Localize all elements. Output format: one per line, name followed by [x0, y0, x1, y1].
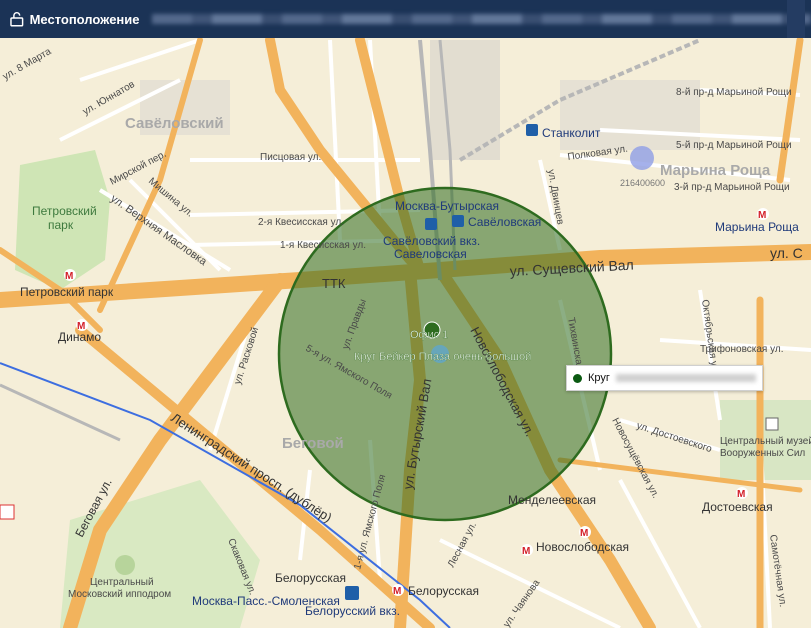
svg-text:M: M — [522, 546, 530, 557]
station-belorusskaya-1[interactable]: Белорусская — [275, 571, 346, 585]
museum-icon — [765, 417, 779, 431]
zone-name-label: Круг Бейкер Плаза очень большой — [354, 351, 531, 363]
station-stankolit[interactable]: Станколит — [542, 126, 601, 140]
district-label-maryina-roshcha: Марьина Роща — [660, 162, 771, 179]
redacted-coordinates — [151, 14, 811, 24]
district-label-saveloskiy: Савёловский — [125, 115, 224, 132]
top-bar: Местоположение — [0, 0, 811, 38]
park-label-petrovsky-line2: парк — [48, 218, 74, 232]
zone-callout[interactable]: Круг — [566, 365, 763, 391]
park-label-petrovsky-line1: Петровский — [32, 204, 97, 218]
museum-label-line1: Центральный музей — [720, 436, 811, 447]
station-dostoevskaya[interactable]: Достоевская — [702, 500, 773, 514]
station-moskva-butyrskaya[interactable]: Москва-Бутырская — [395, 199, 499, 213]
train-icon — [452, 215, 464, 227]
station-belorusskaya-2[interactable]: Белорусская — [408, 584, 479, 598]
road-label-ttk: ТТК — [322, 276, 346, 291]
museum-label: Центральный музей Вооруженных Сил — [720, 436, 811, 459]
road-label-suschevsky-val-east: ул. С — [770, 245, 803, 261]
station-mendeleevskaya[interactable]: Менделеевская — [508, 493, 596, 507]
bus-stop-icon — [630, 146, 654, 170]
street-label-kvesisskaya-1: 1-я Квесисская ул. — [280, 240, 366, 251]
svg-text:M: M — [393, 586, 401, 597]
station-dinamo[interactable]: Динамо — [58, 330, 101, 344]
medical-icon — [0, 504, 15, 520]
svg-text:M: M — [580, 528, 588, 539]
callout-label: Круг — [588, 372, 610, 384]
hippodrome-label-line1: Центральный — [90, 577, 154, 588]
station-savelovsky-vkz[interactable]: Савёловский вкз. — [383, 234, 480, 248]
hippodrome-label-line2: Московский ипподром — [68, 589, 171, 600]
svg-text:M: M — [65, 271, 73, 282]
street-label-trifonovskaya: Трифоновская ул. — [700, 343, 784, 355]
street-label-maryina-8: 8-й пр-д Марьиной Рощи — [676, 87, 792, 98]
place-code-label: 216400600 — [620, 178, 665, 188]
station-savelovskaya[interactable]: Савёловская — [468, 215, 541, 229]
station-maryina-roshcha[interactable]: Марьина Роща — [715, 220, 799, 234]
museum-label-line2: Вооруженных Сил — [720, 448, 805, 459]
street-label-pistsovaya: Писцовая ул. — [260, 152, 321, 163]
station-novoslobodskaya[interactable]: Новослободская — [536, 540, 629, 554]
train-icon — [526, 124, 538, 136]
station-savelovskaya-2[interactable]: Савеловская — [394, 247, 467, 261]
station-petrovsky-park[interactable]: Петровский парк — [20, 285, 114, 299]
map-canvas[interactable]: Савёловский Беговой Марьина Роща Петровс… — [0, 38, 811, 628]
street-label-maryina-5: 5-й пр-д Марьиной Рощи — [676, 140, 792, 151]
street-label-maryina-3: 3-й пр-д Марьиной Рощи — [674, 182, 790, 193]
svg-text:M: M — [758, 210, 766, 221]
street-label-kvesisskaya-2: 2-я Квесисская ул. — [258, 217, 344, 228]
window-corner — [787, 0, 805, 38]
page-title: Местоположение — [29, 11, 140, 27]
lock-icon[interactable] — [10, 11, 24, 27]
redacted-zone-name — [615, 374, 756, 382]
svg-text:M: M — [737, 489, 745, 500]
district-label-begovoy: Беговой — [282, 435, 344, 452]
office-label: Офис 1 — [410, 329, 448, 341]
svg-text:M: M — [77, 321, 85, 332]
zone-color-dot — [573, 373, 582, 383]
train-icon — [345, 586, 359, 600]
station-belorussky-vkz[interactable]: Белорусский вкз. — [305, 604, 400, 618]
hippodrome-icon — [115, 555, 135, 575]
train-icon — [425, 218, 437, 230]
